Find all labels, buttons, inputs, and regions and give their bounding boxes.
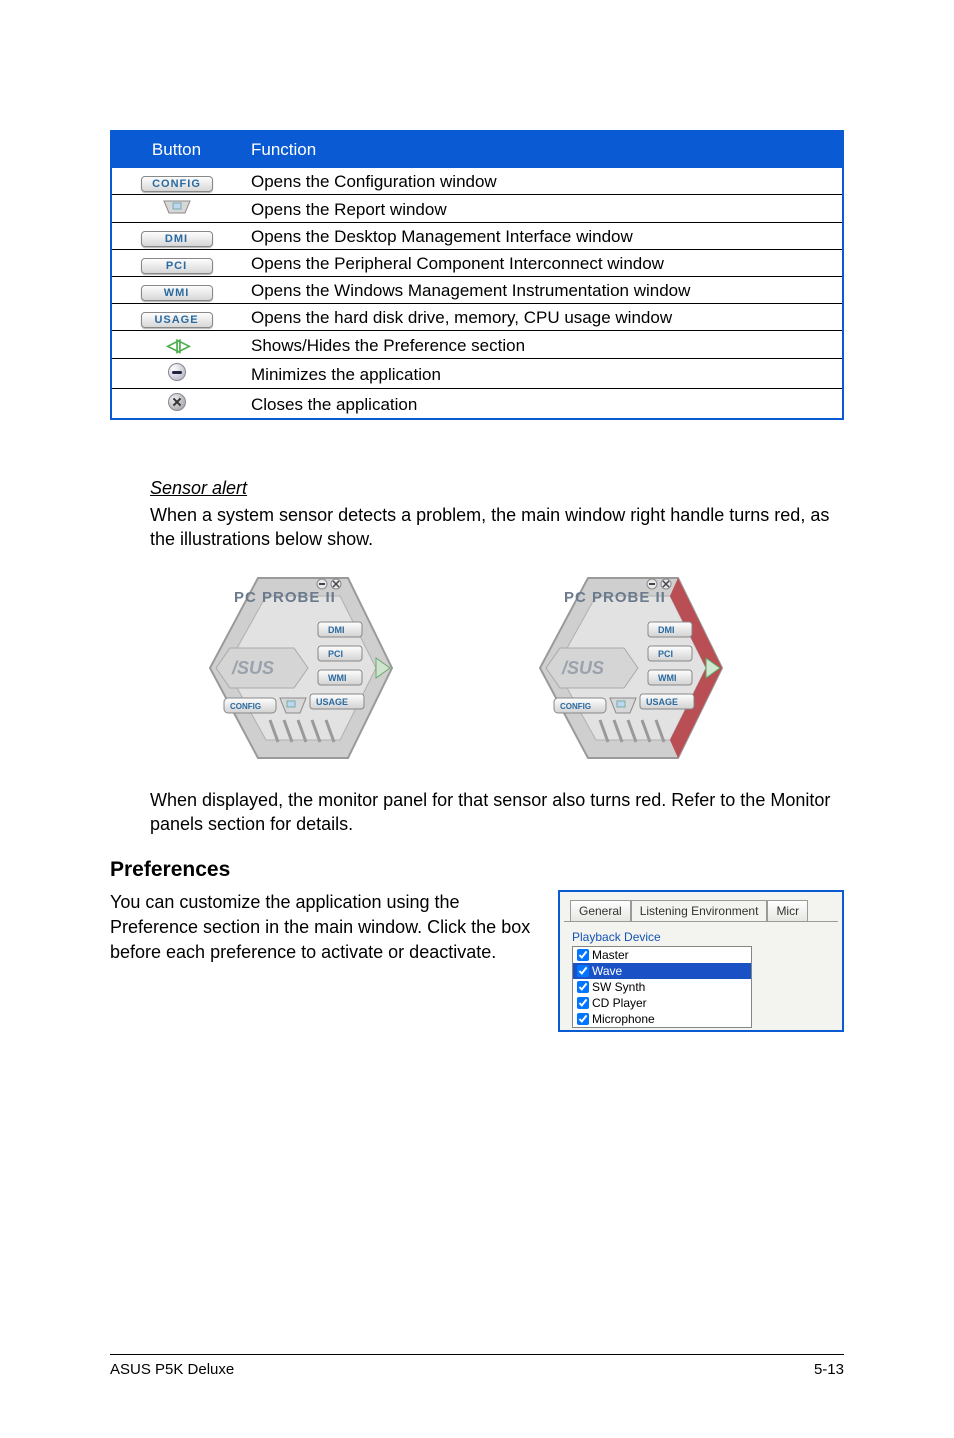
svg-text:PC PROBE II: PC PROBE II (564, 589, 666, 606)
usage-button-icon: USAGE (141, 312, 213, 328)
config-button-icon: CONFIG (141, 176, 213, 192)
svg-text:WMI: WMI (658, 673, 677, 683)
close-icon (168, 393, 186, 411)
table-row: DMI Opens the Desktop Management Interfa… (111, 223, 843, 250)
svg-text:USAGE: USAGE (316, 697, 348, 707)
svg-text:/SUS: /SUS (231, 658, 274, 678)
table-row: WMI Opens the Windows Management Instrum… (111, 277, 843, 304)
wmi-button-icon: WMI (141, 285, 213, 301)
pc-probe-widget-alert: PC PROBE II /SUS DMI PCI WMI USAGE CONFI… (500, 570, 730, 770)
row-function: Opens the Peripheral Component Interconn… (241, 250, 843, 277)
playback-device-list[interactable]: Master Wave SW Synth CD Player (572, 946, 752, 1028)
svg-text:PCI: PCI (658, 649, 673, 659)
preferences-screenshot: General Listening Environment Micr Playb… (558, 890, 844, 1032)
list-item[interactable]: Microphone (573, 1011, 751, 1027)
tab-listening-environment[interactable]: Listening Environment (631, 900, 768, 921)
row-function: Opens the Configuration window (241, 168, 843, 195)
row-function: Shows/Hides the Preference section (241, 331, 843, 359)
row-function: Opens the Report window (241, 195, 843, 223)
table-row: Closes the application (111, 389, 843, 420)
preferences-body: You can customize the application using … (110, 890, 534, 1032)
tab-micr[interactable]: Micr (767, 900, 808, 921)
sensor-alert-heading: Sensor alert (150, 478, 844, 499)
table-row: ◁▷ Shows/Hides the Preference section (111, 331, 843, 359)
svg-text:PCI: PCI (328, 649, 343, 659)
pci-button-icon: PCI (141, 258, 213, 274)
minimize-icon (168, 363, 186, 381)
list-item[interactable]: Master (573, 947, 751, 963)
tab-general[interactable]: General (570, 900, 631, 921)
svg-text:CONFIG: CONFIG (560, 702, 591, 711)
svg-text:CONFIG: CONFIG (230, 702, 261, 711)
table-row: Opens the Report window (111, 195, 843, 223)
row-function: Opens the Windows Management Instrumenta… (241, 277, 843, 304)
table-row: Minimizes the application (111, 359, 843, 389)
list-item[interactable]: CD Player (573, 995, 751, 1011)
sensor-alert-body: When a system sensor detects a problem, … (150, 503, 844, 552)
table-row: CONFIG Opens the Configuration window (111, 168, 843, 195)
footer-left: ASUS P5K Deluxe (110, 1361, 234, 1378)
svg-text:USAGE: USAGE (646, 697, 678, 707)
svg-text:DMI: DMI (328, 625, 345, 635)
playback-device-label: Playback Device (572, 930, 830, 944)
list-item[interactable]: SW Synth (573, 979, 751, 995)
svg-text:/SUS: /SUS (561, 658, 604, 678)
th-function: Function (241, 131, 843, 168)
checkbox-microphone[interactable] (577, 1013, 589, 1025)
page-footer: ASUS P5K Deluxe 5-13 (110, 1354, 844, 1378)
pc-probe-widget-normal: PC PROBE II /SUS DMI PCI WMI USAGE (170, 570, 400, 770)
checkbox-cd-player[interactable] (577, 997, 589, 1009)
svg-text:DMI: DMI (658, 625, 675, 635)
checkbox-master[interactable] (577, 949, 589, 961)
preferences-heading: Preferences (110, 858, 844, 882)
button-function-table: Button Function CONFIG Opens the Configu… (110, 130, 844, 420)
row-function: Opens the hard disk drive, memory, CPU u… (241, 304, 843, 331)
checkbox-wave[interactable] (577, 965, 589, 977)
toggle-arrows-icon: ◁▷ (167, 335, 187, 355)
footer-right: 5-13 (814, 1361, 844, 1378)
list-item[interactable]: Wave (573, 963, 751, 979)
row-function: Minimizes the application (241, 359, 843, 389)
row-function: Opens the Desktop Management Interface w… (241, 223, 843, 250)
dmi-button-icon: DMI (141, 231, 213, 247)
sensor-alert-followup: When displayed, the monitor panel for th… (150, 788, 844, 837)
svg-text:PC PROBE II: PC PROBE II (234, 589, 336, 606)
table-row: PCI Opens the Peripheral Component Inter… (111, 250, 843, 277)
th-button: Button (111, 131, 241, 168)
svg-text:WMI: WMI (328, 673, 347, 683)
table-row: USAGE Opens the hard disk drive, memory,… (111, 304, 843, 331)
checkbox-sw-synth[interactable] (577, 981, 589, 993)
report-button-icon (162, 199, 192, 215)
row-function: Closes the application (241, 389, 843, 420)
